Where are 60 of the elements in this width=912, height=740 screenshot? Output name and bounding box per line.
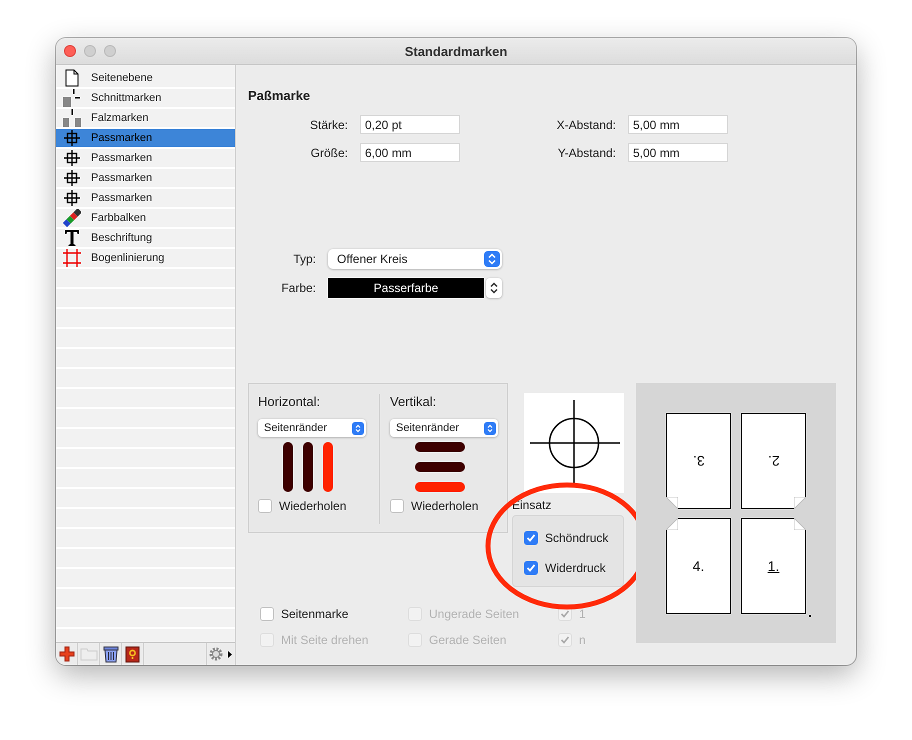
check-icon bbox=[560, 609, 570, 619]
sidebar-item[interactable]: Passmarken bbox=[56, 129, 235, 149]
direction-label: Vertikal: bbox=[390, 394, 438, 410]
close-button[interactable] bbox=[64, 45, 76, 57]
checkbox-label: Seitenmarke bbox=[281, 607, 348, 621]
field-label: X-Abstand: bbox=[556, 118, 617, 132]
stepper-icon bbox=[484, 422, 496, 434]
checkbox-label: Wiederholen bbox=[411, 499, 478, 513]
type-icon bbox=[64, 229, 80, 247]
crosshair-icon bbox=[64, 130, 80, 146]
checkbox-label: Wiederholen bbox=[279, 499, 346, 513]
minimize-button[interactable] bbox=[84, 45, 96, 57]
section-title: Paßmarke bbox=[248, 88, 312, 104]
crosshair-icon bbox=[64, 150, 80, 166]
input-field[interactable]: 5,00 mm bbox=[628, 143, 728, 162]
checkbox[interactable] bbox=[260, 607, 274, 621]
checkbox-label: Ungerade Seiten bbox=[429, 607, 520, 621]
checkbox-label: Gerade Seiten bbox=[429, 633, 506, 647]
field-label: Größe: bbox=[310, 146, 349, 160]
input-field[interactable]: 0,20 pt bbox=[360, 115, 460, 134]
field-label: Typ: bbox=[292, 252, 317, 266]
checkbox-label: Widerdruck bbox=[545, 561, 606, 575]
fold-mark-icon bbox=[63, 109, 81, 127]
check-icon bbox=[526, 533, 536, 543]
checkbox[interactable] bbox=[524, 531, 538, 545]
page-number: 1. bbox=[768, 558, 780, 574]
zoom-button[interactable] bbox=[104, 45, 116, 57]
page-number: 2. bbox=[768, 453, 780, 469]
input-field[interactable]: 6,00 mm bbox=[360, 143, 460, 162]
crop-mark-icon bbox=[63, 89, 81, 107]
checkbox[interactable] bbox=[524, 561, 538, 575]
check-icon bbox=[560, 635, 570, 645]
stepper-icon bbox=[484, 251, 500, 267]
color-bar-icon bbox=[63, 209, 81, 227]
grid-lines-icon bbox=[63, 249, 81, 267]
color-dropdown[interactable]: Passerfarbe bbox=[328, 278, 484, 298]
checkbox[interactable] bbox=[258, 499, 272, 513]
field-label: Farbe: bbox=[280, 281, 317, 295]
stepper-icon bbox=[352, 422, 364, 434]
position-dropdown[interactable]: Seitenränder bbox=[390, 419, 498, 437]
checkbox-label: Mit Seite drehen bbox=[281, 633, 368, 647]
window-title: Standardmarken bbox=[404, 44, 508, 58]
checkbox-label: 1 bbox=[579, 607, 586, 621]
check-icon bbox=[526, 563, 536, 573]
field-label: Y-Abstand: bbox=[556, 146, 617, 160]
page-number: 4. bbox=[692, 558, 704, 574]
crosshair-icon bbox=[64, 190, 80, 206]
direction-label: Horizontal: bbox=[258, 394, 322, 410]
checkbox-label: n bbox=[579, 633, 586, 647]
type-dropdown[interactable]: Offener Kreis bbox=[328, 249, 502, 269]
crosshair-icon bbox=[64, 170, 80, 186]
field-label: Stärke: bbox=[308, 118, 349, 132]
page-icon bbox=[65, 69, 79, 87]
checkbox-label: Schöndruck bbox=[545, 531, 608, 545]
input-field[interactable]: 5,00 mm bbox=[628, 115, 728, 134]
group-label: Einsatz bbox=[512, 498, 552, 512]
stepper-icon[interactable] bbox=[486, 278, 502, 298]
checkbox[interactable] bbox=[390, 499, 404, 513]
position-dropdown[interactable]: Seitenränder bbox=[258, 419, 366, 437]
page-number: 3. bbox=[692, 453, 704, 469]
